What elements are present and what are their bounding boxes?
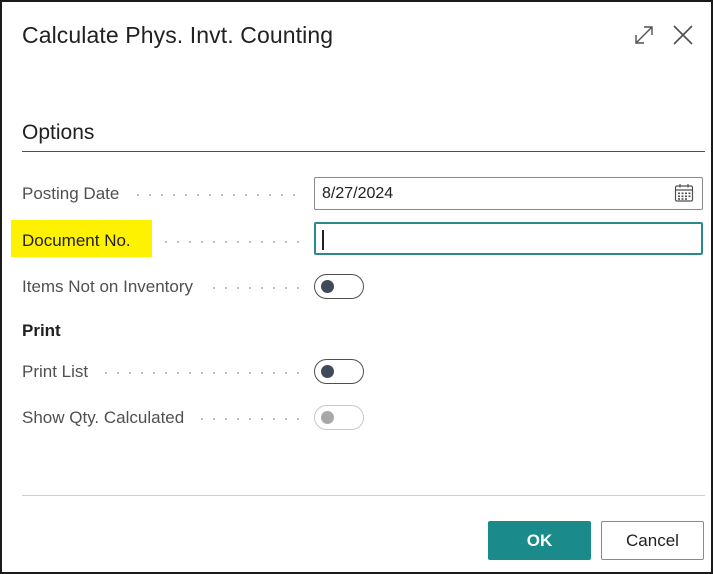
- text-caret: [322, 230, 324, 250]
- show-qty-calculated-label: Show Qty. Calculated: [22, 408, 185, 427]
- ok-button[interactable]: OK: [488, 521, 591, 560]
- print-list-toggle[interactable]: [314, 359, 364, 384]
- document-no-input[interactable]: [314, 222, 703, 255]
- toggle-knob: [321, 280, 334, 293]
- expand-icon[interactable]: [631, 22, 657, 48]
- document-no-label: Document No.: [22, 231, 131, 250]
- cancel-button[interactable]: Cancel: [601, 521, 704, 560]
- show-qty-calculated-toggle[interactable]: [314, 405, 364, 430]
- toggle-knob: [321, 365, 334, 378]
- toggle-knob: [321, 411, 334, 424]
- close-icon[interactable]: [670, 22, 696, 48]
- options-divider: [22, 151, 705, 152]
- print-list-label: Print List: [22, 362, 89, 381]
- items-not-on-inventory-dots: [208, 287, 300, 289]
- posting-date-input[interactable]: [314, 177, 703, 210]
- dialog-title: Calculate Phys. Invt. Counting: [22, 22, 334, 48]
- footer-divider: [22, 495, 705, 496]
- posting-date-label: Posting Date: [22, 184, 120, 203]
- document-no-dots: [160, 241, 300, 243]
- print-heading: Print: [22, 321, 61, 340]
- posting-date-dots: [132, 194, 300, 196]
- options-heading: Options: [22, 121, 95, 144]
- items-not-on-inventory-toggle[interactable]: [314, 274, 364, 299]
- print-list-dots: [100, 372, 300, 374]
- show-qty-calculated-dots: [196, 418, 300, 420]
- items-not-on-inventory-label: Items Not on Inventory: [22, 277, 194, 296]
- calendar-icon[interactable]: [674, 183, 694, 203]
